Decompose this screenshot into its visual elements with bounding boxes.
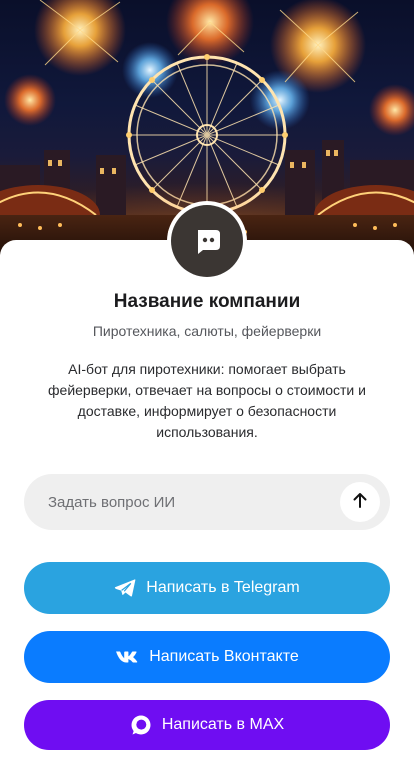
- page: Название компании Пиротехника, салюты, ф…: [0, 0, 414, 770]
- avatar: [167, 201, 247, 281]
- company-name: Название компании: [113, 291, 301, 312]
- send-button[interactable]: [340, 482, 380, 522]
- telegram-button-label: Написать в Telegram: [146, 579, 300, 596]
- vk-button-label: Написать Вконтакте: [149, 648, 299, 665]
- arrow-up-icon: [352, 491, 368, 514]
- telegram-button[interactable]: Написать в Telegram: [24, 562, 390, 614]
- max-button-label: Написать в MAX: [161, 716, 285, 733]
- ask-ai-field: [24, 474, 390, 530]
- vk-button[interactable]: Написать Вконтакте: [24, 631, 390, 683]
- telegram-icon: [114, 578, 136, 598]
- vk-icon: [115, 650, 139, 664]
- company-description: AI-бот для пиротехники: помогает выбрать…: [48, 361, 366, 440]
- max-button[interactable]: Написать в MAX: [24, 700, 390, 750]
- ask-ai-input[interactable]: [24, 474, 324, 530]
- company-category: Пиротехника, салюты, фейерверки: [92, 323, 322, 339]
- chat-bot-icon: [171, 205, 243, 277]
- max-icon: [130, 714, 152, 736]
